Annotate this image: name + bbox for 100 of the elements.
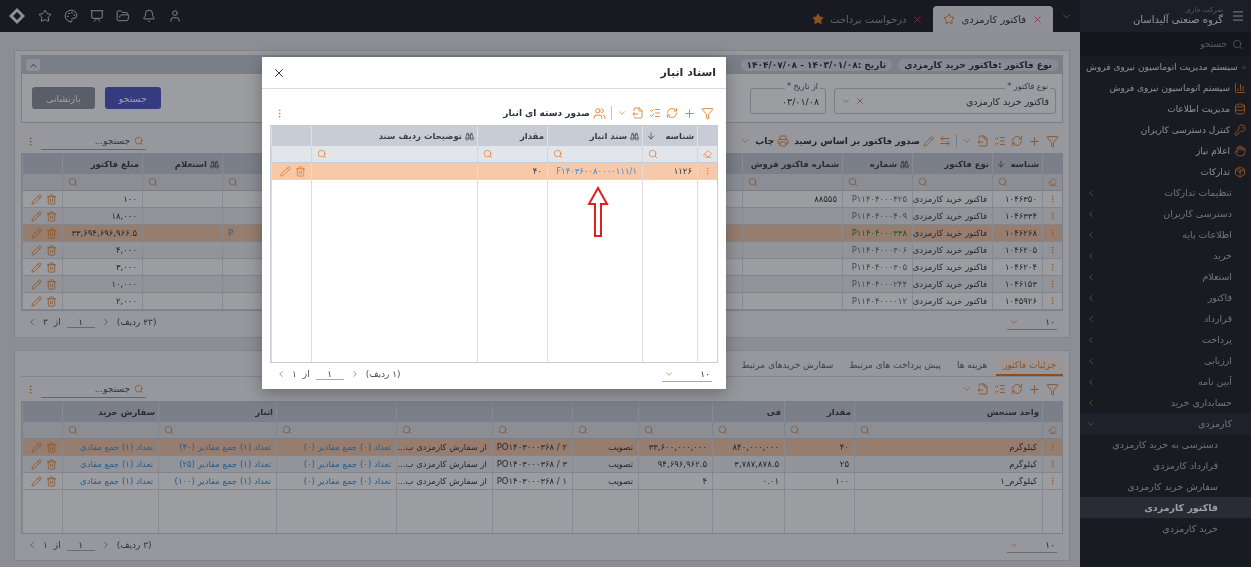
row-menu-cell[interactable] [1042,276,1062,293]
filter-icon[interactable] [1046,382,1059,396]
bell-icon[interactable] [142,9,156,23]
link-cell[interactable]: تعداد (۱) جمع مقادیر (۲۵) [158,456,276,473]
trash-icon[interactable] [46,458,57,470]
detail-tab[interactable]: پیش پرداخت های مرتبط [842,356,948,376]
search-field[interactable]: جستجو... [41,380,146,398]
next-page-icon[interactable] [27,317,37,327]
filter-cell[interactable] [477,146,547,163]
filter-cell[interactable] [547,146,642,163]
column-header[interactable]: شماره [842,154,912,174]
detail-tab[interactable]: سفارش خریدهای مرتبط [734,356,841,376]
trash-icon[interactable] [46,227,57,239]
plus-icon[interactable] [1028,134,1041,148]
menu-icon[interactable] [1231,9,1245,23]
search-button[interactable]: جستجو [104,87,161,109]
row-menu-cell[interactable] [697,163,717,180]
column-header[interactable]: مقدار [784,402,854,422]
filter-cell[interactable] [854,422,1042,439]
detail-tab[interactable]: هزینه ها [950,356,995,376]
column-header[interactable]: شناسه [642,126,697,146]
trash-icon[interactable] [46,278,57,290]
export-icon[interactable] [632,107,644,119]
plus-icon[interactable] [1028,382,1041,396]
filter-cell[interactable] [62,174,142,191]
pencil-icon[interactable] [31,193,42,205]
link-cell[interactable]: تعداد (۱) جمع مقادی [62,473,158,490]
pencil-icon[interactable] [31,227,42,239]
close-icon[interactable] [912,13,924,25]
trash-icon[interactable] [46,210,57,222]
pencil-icon[interactable] [31,441,42,453]
filter-cell[interactable] [276,422,396,439]
sidebar-item[interactable]: اطلاعات پایه [1080,224,1251,245]
sidebar-item[interactable]: سیستم مدیریت اتوماسیون نیروی فروش [1080,56,1251,77]
sidebar-item[interactable]: ارزیابی [1080,350,1251,371]
page-field[interactable]: ۱ [66,316,95,328]
trash-icon[interactable] [46,295,57,307]
refresh-icon[interactable] [1011,383,1023,395]
filter-cell[interactable] [742,174,842,191]
link-cell[interactable]: تعداد (۰) جمع مقادیر (۰) [276,473,396,490]
filter-cell[interactable] [697,146,717,163]
sidebar-item[interactable]: اعلام نیاز [1080,140,1251,161]
link-cell[interactable]: تعداد (۱) جمع مقادی [62,456,158,473]
link-cell[interactable]: F۱۴۰۳۶۰۰۸۰۰۰۰۱۱۱/۱ [547,163,642,180]
refresh-icon[interactable] [1011,135,1023,147]
sidebar-item[interactable]: مدیریت اطلاعات [1080,98,1251,119]
sidebar-item[interactable]: تدارکات [1080,161,1251,182]
export-icon[interactable] [977,383,989,395]
chevron-down-icon[interactable] [617,108,627,118]
column-header[interactable]: مبلغ فاکتور [62,154,142,174]
filter-cell[interactable] [158,422,276,439]
filter-cell[interactable] [638,422,712,439]
row-menu-cell[interactable] [1042,191,1062,208]
column-header[interactable]: توضیحات ردیف سند [311,126,477,146]
row-menu-cell[interactable] [1042,473,1062,490]
column-header[interactable] [276,402,396,422]
next-page-icon[interactable] [27,540,37,550]
folder-icon[interactable] [116,9,130,23]
list-icon[interactable] [994,135,1006,147]
refresh-icon[interactable] [666,107,678,119]
page-tab[interactable]: درخواست پرداخت [802,6,934,32]
filter-icon[interactable] [701,106,714,120]
swap-icon[interactable] [939,135,951,147]
filter-cell[interactable] [842,174,912,191]
export-icon[interactable] [977,135,989,147]
trash-icon[interactable] [46,193,57,205]
page-size-select[interactable]: ۱۰ [1007,314,1057,330]
trash-icon[interactable] [46,244,57,256]
trash-icon[interactable] [295,165,306,177]
pencil-icon[interactable] [31,278,42,290]
clear-icon[interactable] [855,96,865,106]
row-menu-cell[interactable] [1042,456,1062,473]
sidebar-item[interactable]: کنترل دسترسی کاربران [1080,119,1251,140]
star-icon[interactable] [943,13,956,25]
sidebar-item[interactable]: خرید [1080,245,1251,266]
company-name[interactable]: گروه صنعتی آلیداسان [1132,14,1223,27]
user-icon[interactable] [168,9,182,23]
filter-icon[interactable] [1046,134,1059,148]
filter-cell[interactable] [142,174,222,191]
pencil-icon[interactable] [31,458,42,470]
column-header[interactable] [492,402,572,422]
column-header[interactable]: مقدار [477,126,547,146]
row-menu-cell[interactable] [1042,208,1062,225]
column-header[interactable]: فی [712,402,784,422]
sidebar-item[interactable]: قرارداد کارمزدی [1080,455,1251,476]
collapse-button[interactable] [26,59,40,71]
reset-button[interactable]: بازنشانی [32,87,95,109]
filter-cell[interactable] [912,174,992,191]
plus-icon[interactable] [683,106,696,120]
chevron-down-icon[interactable] [962,136,972,146]
filter-cell[interactable] [572,422,638,439]
sidebar-item[interactable]: قرارداد [1080,308,1251,329]
star-icon[interactable] [812,13,825,25]
pencil-icon[interactable] [31,295,42,307]
pencil-icon[interactable] [31,210,42,222]
close-icon[interactable] [1032,13,1043,25]
column-header[interactable]: شماره فاکتور فروش [742,154,842,174]
sidebar-item[interactable]: پرداخت [1080,329,1251,350]
column-header[interactable] [396,402,492,422]
column-header[interactable]: شناسه [992,154,1042,174]
